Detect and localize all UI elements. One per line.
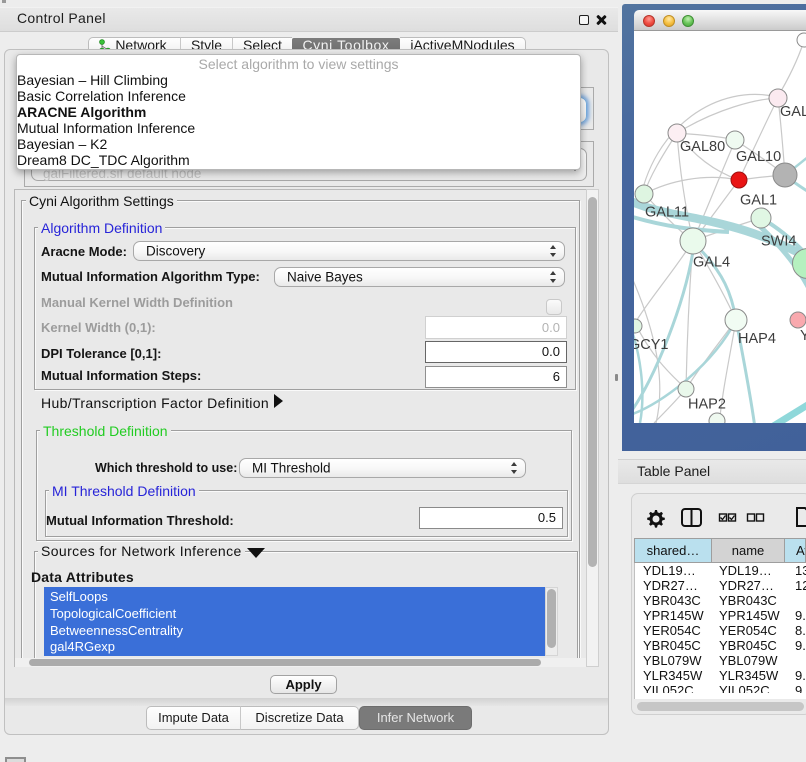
svg-text:SWI4: SWI4 (761, 234, 796, 250)
svg-text:Y: Y (800, 328, 806, 344)
svg-text:GAL1: GAL1 (740, 193, 777, 209)
svg-text:HAP4: HAP4 (738, 331, 776, 347)
svg-text:GAL11: GAL11 (645, 205, 689, 221)
svg-text:GAL80: GAL80 (680, 139, 725, 155)
svg-text:GAL10: GAL10 (736, 149, 781, 165)
svg-text:GCY1: GCY1 (634, 337, 669, 353)
svg-text:HAP2: HAP2 (688, 397, 726, 413)
svg-text:GAL: GAL (780, 104, 806, 120)
svg-text:GAL4: GAL4 (693, 255, 730, 271)
